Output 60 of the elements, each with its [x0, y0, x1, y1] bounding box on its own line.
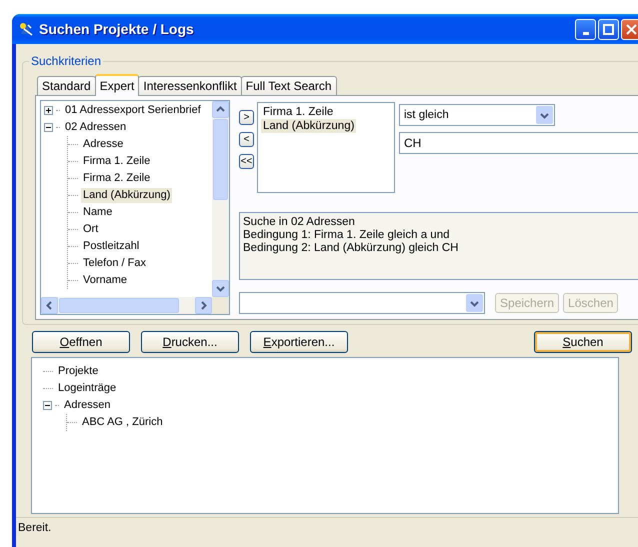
tree-item[interactable]: Land (Abkürzung) [81, 188, 172, 203]
list-item[interactable]: Land (Abkürzung) [261, 119, 356, 133]
scroll-left-button[interactable] [41, 297, 58, 314]
operator-dropdown[interactable]: ist gleich [399, 104, 555, 126]
tree-item[interactable]: Firma 1. Zeile [81, 154, 152, 169]
move-button[interactable]: < [239, 132, 254, 147]
scroll-up-button[interactable] [212, 101, 229, 118]
scroll-up-icon [216, 105, 225, 114]
group-label: Suchkriterien [30, 54, 102, 68]
tree-item[interactable]: Telefon / Fax [81, 256, 148, 271]
tree-item[interactable]: Postleitzahl [81, 239, 142, 254]
scroll-left-icon [45, 301, 54, 310]
tree-item[interactable]: Projekte [56, 364, 100, 379]
tree-item[interactable]: Adresse [81, 137, 126, 152]
status-text: Bereit. [18, 522, 52, 534]
maximize-icon [603, 24, 614, 34]
maximize-button[interactable] [598, 18, 619, 40]
scrollbar-thumb[interactable] [59, 298, 179, 313]
move-button[interactable]: > [239, 110, 254, 125]
tree-item[interactable]: Adressen [62, 398, 112, 413]
saved-search-dropdown[interactable] [239, 292, 485, 314]
action-button[interactable]: Exportieren... [250, 331, 348, 353]
tab[interactable]: Interessenkonflikt [138, 76, 242, 95]
action-button[interactable]: Drucken... [141, 331, 239, 353]
action-button[interactable]: Suchen [534, 331, 632, 353]
tab[interactable]: Standard [37, 76, 96, 95]
dropdown-button[interactable] [466, 294, 483, 312]
dropdown-button[interactable] [536, 106, 553, 124]
tree-item[interactable]: Vorname [81, 273, 130, 288]
scroll-right-icon [199, 301, 208, 310]
tab[interactable]: Expert [94, 74, 140, 96]
list-item[interactable]: Firma 1. Zeile [261, 105, 336, 119]
collapse-icon[interactable] [43, 401, 52, 410]
search-summary: Suche in 02 Adressen Bedingung 1: Firma 1. Zeile gleich a und Bedingung 2: Land (Abkürzung) gleich CH [239, 212, 638, 280]
tree-item[interactable]: ABC AG , Zürich [80, 415, 165, 430]
action-button[interactable]: Oeffnen [32, 331, 130, 353]
chevron-down-icon [540, 112, 549, 118]
dropdown-value: ist gleich [404, 109, 450, 121]
scrollbar-corner [212, 297, 229, 314]
tree-item[interactable]: 01 Adressexport Serienbrief [63, 103, 203, 118]
tree-item[interactable]: Logeinträge [56, 381, 118, 396]
tree-item[interactable]: Firma 2. Zeile [81, 171, 152, 186]
collapse-icon[interactable] [44, 123, 53, 132]
tree-item[interactable]: Ort [81, 222, 100, 237]
window-title: Suchen Projekte / Logs [39, 21, 195, 37]
tab[interactable]: Full Text Search [240, 76, 337, 95]
minimize-icon [582, 32, 588, 34]
tree-item[interactable]: Name [81, 205, 114, 220]
scroll-down-button[interactable] [212, 280, 229, 297]
scroll-right-button[interactable] [195, 297, 212, 314]
scroll-down-icon [216, 284, 225, 293]
tree-item[interactable]: 02 Adressen [63, 120, 128, 135]
close-icon [626, 24, 637, 34]
scrollbar-thumb[interactable] [213, 119, 228, 200]
move-button[interactable]: << [239, 154, 254, 169]
chevron-down-icon [470, 300, 479, 306]
close-button[interactable] [621, 18, 638, 40]
value-field[interactable]: CH [399, 132, 638, 154]
minimize-button[interactable] [575, 18, 596, 40]
expand-icon[interactable] [44, 106, 53, 115]
